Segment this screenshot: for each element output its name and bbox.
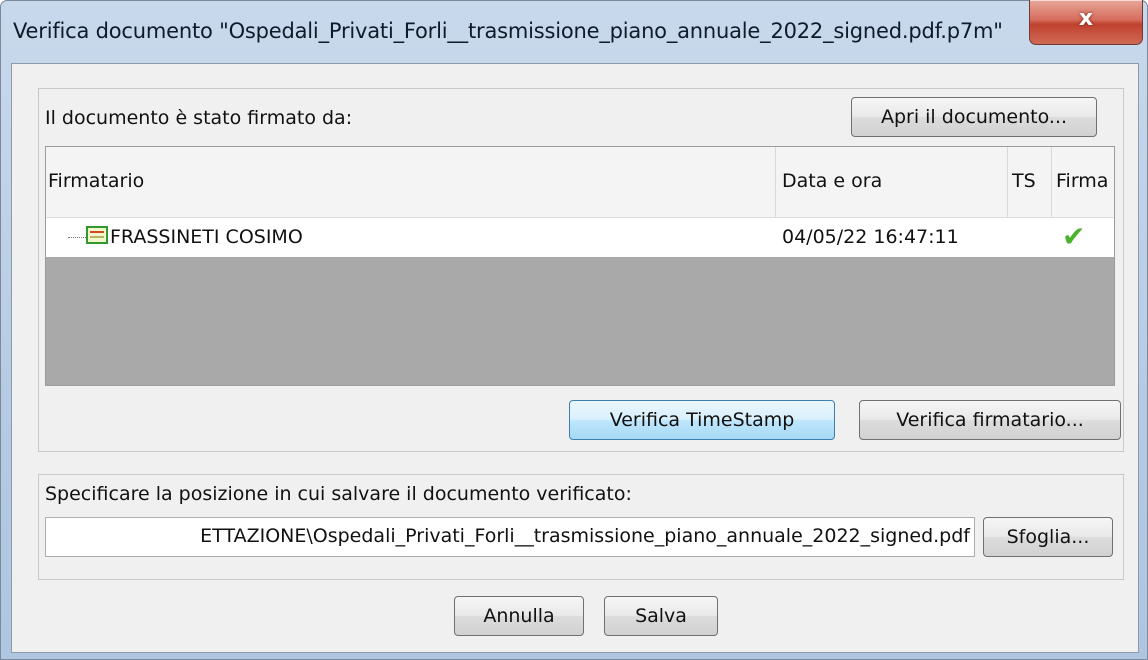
- signers-heading: Il documento è stato firmato da:: [45, 107, 353, 129]
- cancel-button[interactable]: Annulla: [454, 596, 584, 636]
- certificate-icon: [86, 226, 108, 244]
- save-path-input[interactable]: ETTAZIONE\Ospedali_Privati_Forli__trasmi…: [45, 517, 975, 557]
- table-header: Firmatario Data e ora TS Firma: [46, 147, 1114, 218]
- title-bar[interactable]: Verifica documento "Ospedali_Privati_For…: [1, 0, 1147, 63]
- dialog-content: Il documento è stato firmato da: Apri il…: [11, 63, 1139, 653]
- column-header-ts[interactable]: TS: [1008, 147, 1052, 217]
- open-document-button[interactable]: Apri il documento...: [851, 97, 1097, 137]
- check-icon: ✔: [1062, 220, 1086, 253]
- signature-datetime: 04/05/22 16:47:11: [782, 226, 959, 248]
- save-path-value: ETTAZIONE\Ospedali_Privati_Forli__trasmi…: [200, 525, 970, 547]
- close-button[interactable]: x: [1029, 0, 1143, 45]
- save-location-group: Specificare la posizione in cui salvare …: [38, 474, 1124, 580]
- column-header-firmatario[interactable]: Firmatario: [46, 147, 776, 217]
- table-row[interactable]: FRASSINETI COSIMO 04/05/22 16:47:11 ✔: [46, 218, 1114, 257]
- verify-timestamp-button[interactable]: Verifica TimeStamp: [569, 400, 835, 440]
- column-header-data-ora[interactable]: Data e ora: [776, 147, 1008, 217]
- verify-signer-button[interactable]: Verifica firmatario...: [859, 400, 1121, 440]
- close-icon: x: [1078, 6, 1094, 31]
- browse-button[interactable]: Sfoglia...: [983, 517, 1113, 557]
- save-button[interactable]: Salva: [604, 596, 718, 636]
- tree-connector: [68, 237, 86, 238]
- column-header-firma[interactable]: Firma: [1052, 147, 1114, 217]
- signer-name: FRASSINETI COSIMO: [110, 226, 303, 248]
- save-location-heading: Specificare la posizione in cui salvare …: [45, 483, 632, 505]
- window-title: Verifica documento "Ospedali_Privati_For…: [13, 19, 1003, 43]
- dialog-window: Verifica documento "Ospedali_Privati_For…: [0, 0, 1148, 660]
- signers-table: Firmatario Data e ora TS Firma FRASSINET…: [45, 146, 1115, 386]
- signers-group: Il documento è stato firmato da: Apri il…: [38, 88, 1124, 452]
